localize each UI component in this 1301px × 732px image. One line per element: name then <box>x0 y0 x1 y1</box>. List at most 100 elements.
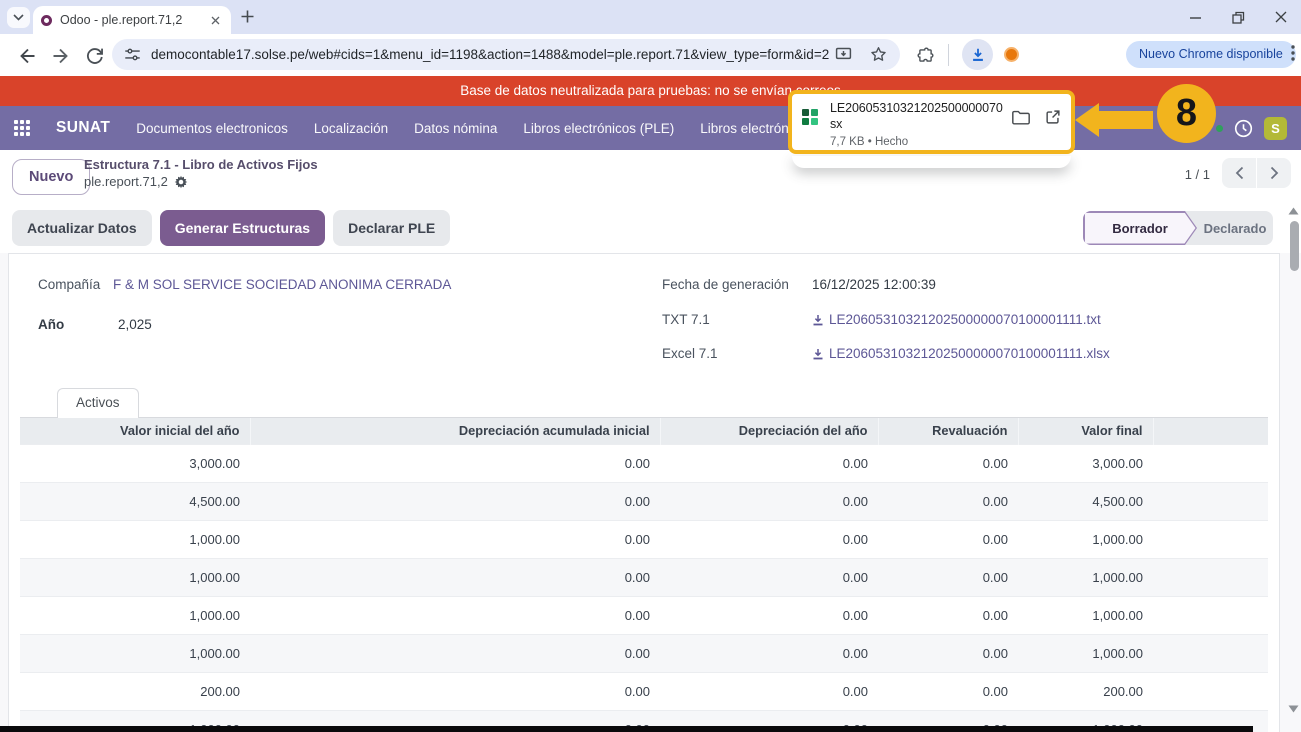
table-cell[interactable]: 0.00 <box>250 671 660 710</box>
table-row[interactable]: 3,000.00 0.00 0.00 0.00 3,000.00 <box>20 443 1268 482</box>
scrollbar-down-icon[interactable] <box>1288 705 1299 713</box>
table-cell[interactable]: 0.00 <box>250 443 660 482</box>
table-cell[interactable]: 3,000.00 <box>1018 443 1153 482</box>
table-cell[interactable]: 200.00 <box>1018 671 1153 710</box>
gear-icon[interactable] <box>174 175 188 189</box>
actualizar-datos-button[interactable]: Actualizar Datos <box>12 210 152 246</box>
downloads-button[interactable] <box>962 39 993 70</box>
table-cell[interactable]: 0.00 <box>250 595 660 634</box>
nav-item-libros-ple[interactable]: Libros electrónicos (PLE) <box>523 121 674 136</box>
pager-count[interactable]: 1 / 1 <box>1158 167 1210 182</box>
pager-previous-icon[interactable] <box>1222 158 1256 188</box>
table-cell[interactable]: 0.00 <box>250 481 660 520</box>
table-cell[interactable]: 0.00 <box>878 595 1018 634</box>
table-cell[interactable]: 1,000.00 <box>1018 557 1153 596</box>
status-declarado[interactable]: Declarado <box>1197 211 1273 245</box>
close-window-button[interactable] <box>1275 11 1287 23</box>
header-revaluacion[interactable]: Revaluación <box>877 418 1018 444</box>
txt-download-link[interactable]: LE20605310321202500000070100001111.txt <box>812 312 1101 327</box>
excel-download-link[interactable]: LE20605310321202500000070100001111.xlsx <box>812 346 1110 361</box>
table-cell[interactable]: 1,000.00 <box>20 519 250 558</box>
table-cell[interactable]: 0.00 <box>250 557 660 596</box>
site-settings-icon[interactable] <box>124 46 141 63</box>
generar-estructuras-button[interactable]: Generar Estructuras <box>159 210 326 246</box>
header-valor-inicial[interactable]: Valor inicial del año <box>20 418 250 444</box>
back-icon[interactable] <box>16 45 38 67</box>
minimize-button[interactable] <box>1189 11 1202 24</box>
table-cell[interactable]: 0.00 <box>878 557 1018 596</box>
browser-menu-icon[interactable] <box>1291 45 1295 61</box>
install-app-icon[interactable] <box>834 45 853 64</box>
table-cell[interactable]: 200.00 <box>20 671 250 710</box>
tab-title: Odoo - ple.report.71,2 <box>60 13 183 27</box>
pager-next-icon[interactable] <box>1257 158 1291 188</box>
table-cell[interactable]: 4,500.00 <box>1018 481 1153 520</box>
table-cell[interactable]: 0.00 <box>660 443 878 482</box>
nav-item-documentos[interactable]: Documentos electronicos <box>136 121 288 136</box>
table-cell[interactable]: 0.00 <box>250 519 660 558</box>
forward-icon[interactable] <box>50 45 72 67</box>
table-row[interactable]: 1,000.000.000.000.001,000.00 <box>20 519 1268 558</box>
table-cell[interactable]: 1,000.00 <box>1018 633 1153 672</box>
table-cell[interactable]: 0.00 <box>878 481 1018 520</box>
table-cell[interactable]: 0.00 <box>660 557 878 596</box>
table-row[interactable]: 1,000.000.000.000.001,000.00 <box>20 633 1268 672</box>
apps-grid-icon[interactable] <box>14 120 30 136</box>
table-cell[interactable]: 0.00 <box>660 519 878 558</box>
status-borrador[interactable]: Borrador <box>1083 211 1197 245</box>
year-value[interactable]: 2,025 <box>118 317 152 332</box>
table-row[interactable]: 1,000.000.000.000.001,000.00 <box>20 557 1268 596</box>
new-record-button[interactable]: Nuevo <box>12 159 91 195</box>
tab-search-button[interactable] <box>7 7 30 28</box>
tab-close-icon[interactable] <box>207 12 223 28</box>
table-cell[interactable]: 0.00 <box>250 633 660 672</box>
header-depreciacion-ano[interactable]: Depreciación del año <box>659 418 878 444</box>
nav-item-localizacion[interactable]: Localización <box>314 121 388 136</box>
open-in-new-icon[interactable] <box>1044 108 1062 126</box>
tab-activos[interactable]: Activos <box>57 388 139 418</box>
declarar-ple-button[interactable]: Declarar PLE <box>333 210 451 246</box>
table-row[interactable]: 200.00 0.00 0.00 0.00 200.00 <box>20 671 1268 710</box>
app-brand[interactable]: SUNAT <box>56 119 110 137</box>
table-cell[interactable]: 0.00 <box>660 671 878 710</box>
table-cell[interactable]: 0.00 <box>660 481 878 520</box>
table-cell[interactable]: 0.00 <box>878 671 1018 710</box>
omnibox-actions <box>834 45 888 64</box>
nav-item-datos-nomina[interactable]: Datos nómina <box>414 121 497 136</box>
header-depreciacion-acumulada[interactable]: Depreciación acumulada inicial <box>249 418 660 444</box>
extensions-icon[interactable] <box>916 46 935 65</box>
table-cell[interactable]: 1,000.00 <box>1018 595 1153 634</box>
scrollbar-thumb[interactable] <box>1290 221 1299 271</box>
scrollbar-up-icon[interactable] <box>1288 207 1299 215</box>
company-value-link[interactable]: F & M SOL SERVICE SOCIEDAD ANONIMA CERRA… <box>113 277 451 292</box>
table-cell[interactable]: 1,000.00 <box>20 633 250 672</box>
user-avatar[interactable]: S <box>1264 116 1287 140</box>
activities-clock-icon[interactable] <box>1234 119 1253 138</box>
table-cell[interactable]: 0.00 <box>878 633 1018 672</box>
table-cell[interactable]: 4,500.00 <box>20 481 250 520</box>
url-text[interactable]: democontable17.solse.pe/web#cids=1&menu_… <box>151 47 834 62</box>
table-cell[interactable]: 1,000.00 <box>20 595 250 634</box>
table-cell[interactable]: 0.00 <box>878 519 1018 558</box>
table-cell[interactable]: 0.00 <box>660 595 878 634</box>
reload-icon[interactable] <box>84 45 106 67</box>
table-cell[interactable]: 3,000.00 <box>20 443 250 482</box>
header-valor-final[interactable]: Valor final <box>1017 418 1153 444</box>
download-bubble[interactable]: LE20605310321202500000070 sx 7,7 KB • He… <box>788 90 1075 154</box>
table-cell[interactable]: 0.00 <box>878 443 1018 482</box>
bookmark-star-icon[interactable] <box>869 45 888 64</box>
table-cell[interactable]: 1,000.00 <box>20 557 250 596</box>
table-cell[interactable]: 1,000.00 <box>1018 519 1153 558</box>
chrome-update-pill[interactable]: Nuevo Chrome disponible <box>1126 41 1296 68</box>
breadcrumb-parent-link[interactable]: Estructura 7.1 - Libro de Activos Fijos <box>84 157 318 172</box>
table-row[interactable]: 1,000.000.000.000.001,000.00 <box>20 595 1268 634</box>
generation-date-value[interactable]: 16/12/2025 12:00:39 <box>812 277 936 292</box>
extension-badge-icon[interactable] <box>1004 47 1019 62</box>
url-bar[interactable]: democontable17.solse.pe/web#cids=1&menu_… <box>112 39 900 70</box>
restore-button[interactable] <box>1232 11 1245 24</box>
show-in-folder-icon[interactable] <box>1011 108 1031 126</box>
browser-tab[interactable]: Odoo - ple.report.71,2 <box>33 6 231 34</box>
table-cell[interactable]: 0.00 <box>660 633 878 672</box>
table-row[interactable]: 4,500.00 0.00 0.00 0.00 4,500.00 <box>20 481 1268 520</box>
new-tab-button[interactable] <box>240 9 257 26</box>
